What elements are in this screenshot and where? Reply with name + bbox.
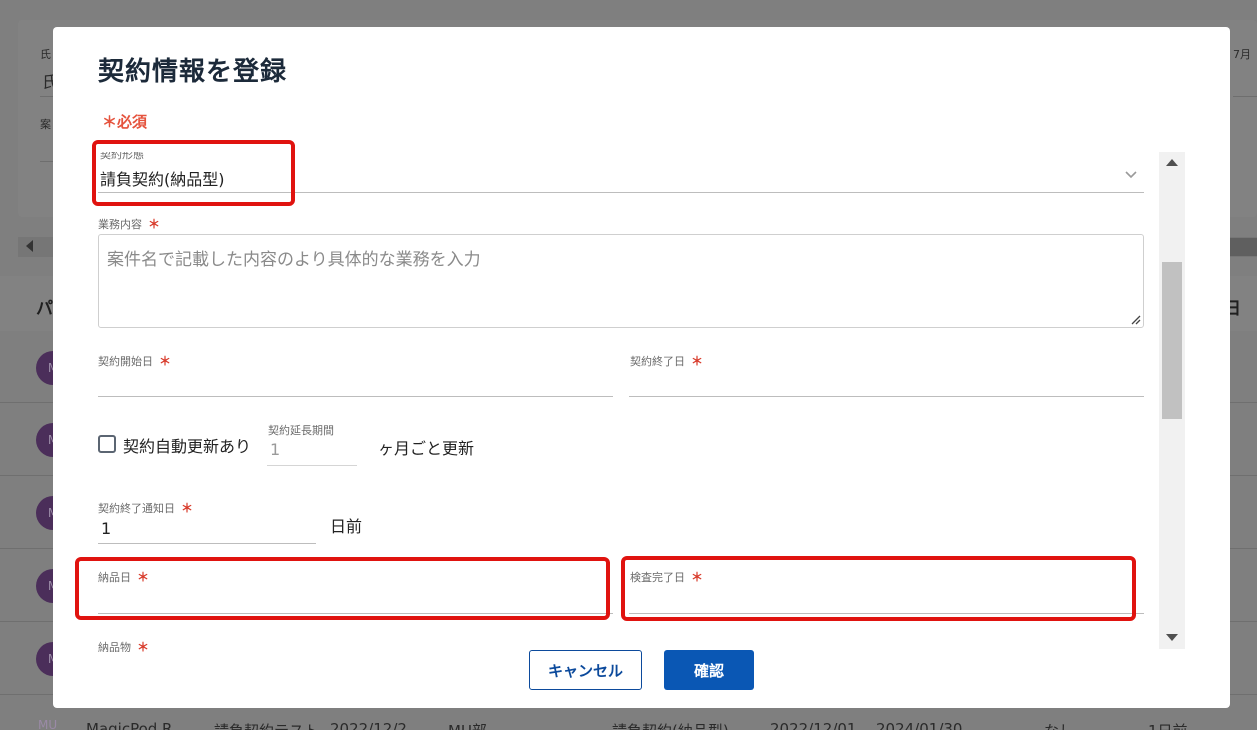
resize-grip-icon[interactable] [1129, 313, 1141, 325]
contract-register-modal: 契約情報を登録 ＊必須 契約形態 請負契約(納品型) 業務内容＊ 案件名で記載し… [53, 27, 1230, 708]
chevron-down-icon [1125, 171, 1137, 179]
scroll-down-icon[interactable] [1166, 634, 1178, 641]
business-content-label-text: 業務内容 [98, 218, 142, 231]
avatar: MU [38, 718, 58, 730]
scroll-up-icon[interactable] [1166, 159, 1178, 166]
required-star: ＊ [148, 217, 161, 231]
bg-cell-name: MagicPod R [86, 720, 173, 730]
required-note: ＊必須 [102, 113, 148, 131]
form-vertical-scrollbar[interactable] [1159, 152, 1185, 649]
required-star: ＊ [137, 640, 150, 652]
highlight-inspection-date [621, 556, 1136, 621]
bg-cell-updated: 1日前 [1148, 720, 1188, 730]
business-content-label: 業務内容 ＊ [98, 215, 160, 232]
bg-cell-dept: MU部 [448, 720, 487, 730]
required-star: ＊ [691, 354, 704, 368]
deliverables-label: 納品物 ＊ [98, 638, 149, 652]
cancel-button[interactable]: キャンセル [529, 650, 642, 690]
bg-name-label: 氏 [40, 48, 51, 61]
extension-suffix: ヶ月ごと更新 [378, 439, 475, 458]
end-notice-input[interactable]: 1 [98, 514, 316, 544]
bg-cell-start: 2022/12/01 [770, 720, 857, 730]
end-notice-suffix: 日前 [330, 517, 363, 536]
bg-cell-end: 2024/01/30 [876, 720, 963, 730]
contract-end-input[interactable] [629, 367, 1144, 397]
deliverables-label-text: 納品物 [98, 641, 131, 652]
extension-period-label: 契約延長期間 [268, 424, 334, 437]
extension-period-value: 1 [270, 440, 281, 459]
confirm-button[interactable]: 確認 [664, 650, 754, 690]
bg-case-label: 案 [40, 118, 51, 131]
auto-renew-label[interactable]: 契約自動更新あり [123, 433, 251, 457]
required-star: ＊ [159, 354, 172, 368]
bg-cell-date: 2022/12/2 [330, 720, 407, 730]
bg-corner-text: 7月 [1233, 48, 1251, 61]
bg-cell-status: なし [1044, 720, 1074, 730]
end-notice-value: 1 [101, 519, 112, 538]
extension-period-input[interactable]: 1 [267, 437, 357, 466]
bg-cell-case: 請負契約テスト [214, 720, 319, 730]
bg-table-header-left: パ [36, 299, 53, 319]
contract-start-input[interactable] [98, 367, 613, 397]
highlight-delivery-date [75, 557, 610, 620]
modal-title: 契約情報を登録 [98, 57, 288, 87]
required-star: ＊ [181, 501, 194, 515]
scroll-thumb[interactable] [1162, 262, 1182, 419]
auto-renew-checkbox[interactable] [98, 435, 116, 453]
highlight-contract-type [92, 140, 295, 206]
bg-scroll-left-icon [26, 240, 33, 252]
business-content-placeholder: 案件名で記載した内容のより具体的な業務を入力 [107, 250, 481, 270]
bg-cell-type: 請負契約(納品型) [612, 720, 729, 730]
business-content-textarea[interactable]: 案件名で記載した内容のより具体的な業務を入力 [98, 234, 1144, 328]
